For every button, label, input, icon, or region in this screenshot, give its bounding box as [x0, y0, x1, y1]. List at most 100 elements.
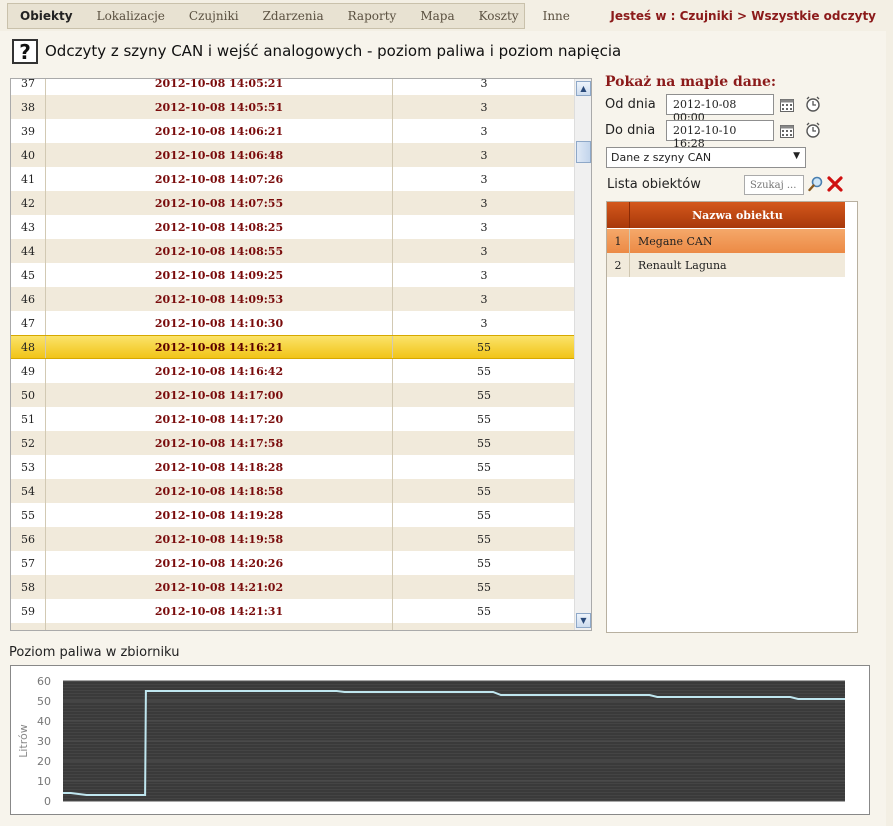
row-number: 46	[11, 287, 46, 311]
to-date-label: Do dnia	[605, 123, 656, 138]
row-value: 55	[477, 556, 491, 570]
row-date: 2012-10-08 14:21:31	[46, 599, 393, 623]
row-value: 3	[480, 100, 488, 114]
table-row[interactable]: 42 2012-10-08 14:07:55 3	[11, 191, 575, 215]
row-date: 2012-10-08 14:07:26	[46, 167, 393, 191]
row-date: 2012-10-08 14:08:55	[46, 239, 393, 263]
search-icon[interactable]	[808, 176, 824, 192]
row-value: 3	[480, 172, 488, 186]
table-row[interactable]: 44 2012-10-08 14:08:55 3	[11, 239, 575, 263]
row-value: 3	[480, 292, 488, 306]
table-row[interactable]: 57 2012-10-08 14:20:26 55	[11, 551, 575, 575]
table-row[interactable]: 47 2012-10-08 14:10:30 3	[11, 311, 575, 335]
table-row[interactable]: 40 2012-10-08 14:06:48 3	[11, 143, 575, 167]
data-source-select[interactable]: Dane z szyny CAN ▼	[606, 147, 806, 168]
row-value: 55	[477, 532, 491, 546]
to-date-input[interactable]: 2012-10-10 16:28	[666, 120, 774, 150]
object-search-input[interactable]	[744, 175, 804, 195]
chevron-down-icon: ▼	[793, 151, 800, 161]
row-number: 42	[11, 191, 46, 215]
table-row[interactable]: 59 2012-10-08 14:21:31 55	[11, 599, 575, 623]
table-row[interactable]: 51 2012-10-08 14:17:20 55	[11, 407, 575, 431]
help-icon[interactable]: ?	[12, 39, 38, 64]
table-row[interactable]: 602012-10-08 14:22:0055	[11, 623, 575, 630]
row-value: 55	[477, 508, 491, 522]
objects-header-name[interactable]: Nazwa obiektu	[630, 202, 845, 228]
breadcrumb: Jesteś w : Czujniki > Wszystkie odczyty	[610, 9, 876, 23]
row-number: 37	[11, 79, 46, 95]
row-value: 55	[477, 364, 491, 378]
row-date: 2012-10-08 14:17:00	[46, 383, 393, 407]
list-item[interactable]: 1 Megane CAN	[607, 229, 845, 253]
menu-item-mapa[interactable]: Mapa	[408, 9, 466, 23]
from-date-input[interactable]: 2012-10-08 00:00	[666, 94, 774, 124]
row-value: 55	[477, 388, 491, 402]
menu-item-lokalizacje[interactable]: Lokalizacje	[85, 9, 177, 23]
row-number: 57	[11, 551, 46, 575]
object-num: 2	[607, 253, 630, 277]
row-number: 43	[11, 215, 46, 239]
chart-title: Poziom paliwa w zbiorniku	[9, 645, 180, 660]
calendar-icon[interactable]	[779, 123, 795, 139]
row-number: 51	[11, 407, 46, 431]
y-tick-label: 10	[37, 775, 51, 788]
menu-item-raporty[interactable]: Raporty	[336, 9, 409, 23]
row-value: 55	[477, 460, 491, 474]
menu-item-koszty[interactable]: Koszty	[467, 9, 531, 23]
top-menu: Obiekty Lokalizacje Czujniki Zdarzenia Rapor…	[7, 3, 570, 29]
row-date: 2012-10-08 14:16:42	[46, 359, 393, 383]
row-value: 55	[477, 436, 491, 450]
table-row[interactable]: 52 2012-10-08 14:17:58 55	[11, 431, 575, 455]
menu-item-inne[interactable]: Inne	[531, 9, 582, 23]
clock-icon[interactable]	[805, 96, 821, 112]
scroll-thumb[interactable]	[576, 141, 591, 163]
row-value: 3	[480, 78, 488, 90]
row-number: 45	[11, 263, 46, 287]
row-number: 47	[11, 311, 46, 335]
readings-table: 37 2012-10-08 14:05:21 3 38 2012-10-08 14:05…	[10, 78, 592, 631]
table-row[interactable]: 38 2012-10-08 14:05:51 3	[11, 95, 575, 119]
y-tick-label: 60	[37, 675, 51, 688]
table-row[interactable]: 37 2012-10-08 14:05:21 3	[11, 78, 575, 95]
table-row[interactable]: 54 2012-10-08 14:18:58 55	[11, 479, 575, 503]
table-row[interactable]: 39 2012-10-08 14:06:21 3	[11, 119, 575, 143]
table-row[interactable]: 49 2012-10-08 14:16:42 55	[11, 359, 575, 383]
row-date: 2012-10-08 14:05:51	[46, 95, 393, 119]
row-date: 2012-10-08 14:08:25	[46, 215, 393, 239]
y-tick-label: 40	[37, 715, 51, 728]
row-number: 50	[11, 383, 46, 407]
row-date: 2012-10-08 14:22:00	[46, 623, 393, 630]
object-name: Megane CAN	[638, 234, 713, 248]
table-row[interactable]: 58 2012-10-08 14:21:02 55	[11, 575, 575, 599]
scroll-up-button[interactable]: ▲	[576, 81, 591, 96]
menu-item-zdarzenia[interactable]: Zdarzenia	[251, 9, 336, 23]
table-row[interactable]: 43 2012-10-08 14:08:25 3	[11, 215, 575, 239]
table-row[interactable]: 45 2012-10-08 14:09:25 3	[11, 263, 575, 287]
row-value: 3	[480, 148, 488, 162]
scroll-down-button[interactable]: ▼	[576, 613, 591, 628]
row-date: 2012-10-08 14:18:58	[46, 479, 393, 503]
clock-icon[interactable]	[805, 122, 821, 138]
list-item[interactable]: 2 Renault Laguna	[607, 253, 845, 277]
calendar-icon[interactable]	[779, 97, 795, 113]
table-row[interactable]: 53 2012-10-08 14:18:28 55	[11, 455, 575, 479]
table-row[interactable]: 55 2012-10-08 14:19:28 55	[11, 503, 575, 527]
object-num: 1	[607, 229, 630, 253]
menu-item-obiekty[interactable]: Obiekty	[8, 9, 85, 23]
row-value: 55	[477, 412, 491, 426]
row-value: 55	[477, 484, 491, 498]
table-row[interactable]: 50 2012-10-08 14:17:00 55	[11, 383, 575, 407]
table-row[interactable]: 48 2012-10-08 14:16:21 55	[11, 335, 575, 359]
table-scrollbar[interactable]: ▲ ▼	[574, 79, 591, 630]
table-row[interactable]: 41 2012-10-08 14:07:26 3	[11, 167, 575, 191]
row-date: 2012-10-08 14:06:48	[46, 143, 393, 167]
table-row[interactable]: 56 2012-10-08 14:19:58 55	[11, 527, 575, 551]
row-date: 2012-10-08 14:21:02	[46, 575, 393, 599]
row-date: 2012-10-08 14:09:25	[46, 263, 393, 287]
menu-item-czujniki[interactable]: Czujniki	[177, 9, 251, 23]
row-number: 39	[11, 119, 46, 143]
table-row[interactable]: 46 2012-10-08 14:09:53 3	[11, 287, 575, 311]
row-number: 52	[11, 431, 46, 455]
row-value: 3	[480, 244, 488, 258]
clear-icon[interactable]	[827, 176, 843, 192]
